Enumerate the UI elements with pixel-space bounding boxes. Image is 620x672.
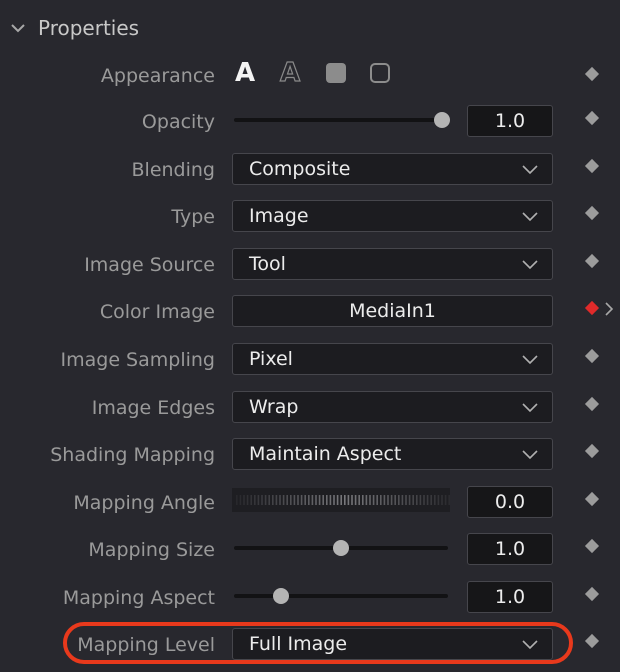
blending-dropdown[interactable]: Composite bbox=[232, 153, 553, 185]
chevron-down-icon bbox=[522, 355, 538, 365]
chevron-right-icon[interactable] bbox=[604, 302, 614, 316]
mapping-angle-thumbwheel[interactable] bbox=[232, 488, 450, 512]
mapping-level-label: Mapping Level bbox=[77, 634, 215, 656]
shading-mapping-row: Shading Mapping Maintain Aspect bbox=[0, 438, 620, 482]
image-edges-dropdown[interactable]: Wrap bbox=[232, 391, 553, 423]
mapping-size-slider-knob[interactable] bbox=[333, 540, 349, 556]
svg-text:A: A bbox=[235, 58, 255, 88]
shading-mapping-dropdown[interactable]: Maintain Aspect bbox=[232, 438, 553, 470]
type-dropdown[interactable]: Image bbox=[232, 200, 553, 232]
image-source-dropdown[interactable]: Tool bbox=[232, 248, 553, 280]
keyframe-diamond-icon[interactable] bbox=[584, 538, 600, 554]
keyframe-diamond-icon[interactable] bbox=[584, 253, 600, 269]
mapping-size-slider[interactable] bbox=[234, 540, 448, 556]
mapping-size-value-field[interactable]: 1.0 bbox=[467, 533, 553, 565]
type-value: Image bbox=[249, 205, 309, 227]
image-edges-label: Image Edges bbox=[91, 397, 215, 419]
type-row: Type Image bbox=[0, 200, 620, 244]
mapping-aspect-label: Mapping Aspect bbox=[62, 587, 215, 609]
chevron-down-icon bbox=[522, 260, 538, 270]
opacity-slider[interactable] bbox=[234, 112, 450, 128]
blending-value: Composite bbox=[249, 158, 351, 180]
chevron-down-icon bbox=[522, 640, 538, 650]
text-outline-icon[interactable]: A bbox=[279, 53, 305, 93]
image-sampling-label: Image Sampling bbox=[60, 349, 215, 371]
mapping-aspect-row: Mapping Aspect 1.0 bbox=[0, 581, 620, 625]
color-image-label: Color Image bbox=[99, 301, 215, 323]
section-title: Properties bbox=[38, 16, 140, 40]
keyframe-diamond-icon[interactable] bbox=[584, 491, 600, 507]
rounded-square-outline-icon[interactable] bbox=[368, 53, 392, 93]
chevron-down-icon bbox=[522, 403, 538, 413]
mapping-level-value: Full Image bbox=[249, 633, 348, 655]
mapping-size-label: Mapping Size bbox=[88, 539, 215, 561]
rounded-square-filled-icon[interactable] bbox=[324, 53, 348, 93]
mapping-size-value: 1.0 bbox=[494, 538, 526, 560]
image-edges-value: Wrap bbox=[249, 396, 299, 418]
opacity-row: Opacity 1.0 bbox=[0, 105, 620, 149]
image-source-value: Tool bbox=[249, 253, 286, 275]
keyframe-diamond-icon[interactable] bbox=[584, 158, 600, 174]
image-sampling-dropdown[interactable]: Pixel bbox=[232, 343, 553, 375]
opacity-label: Opacity bbox=[141, 111, 215, 133]
properties-section-header[interactable]: Properties bbox=[0, 0, 620, 60]
mapping-aspect-value-field[interactable]: 1.0 bbox=[467, 581, 553, 613]
chevron-down-icon bbox=[522, 165, 538, 175]
color-image-value: MediaIn1 bbox=[349, 300, 436, 322]
color-image-field[interactable]: MediaIn1 bbox=[232, 295, 553, 327]
keyframe-active-diamond-icon[interactable] bbox=[584, 300, 600, 316]
image-sampling-row: Image Sampling Pixel bbox=[0, 343, 620, 387]
opacity-slider-knob[interactable] bbox=[434, 112, 450, 128]
thumbwheel-ticks bbox=[236, 495, 450, 505]
chevron-down-icon[interactable] bbox=[10, 20, 26, 36]
chevron-down-icon bbox=[522, 212, 538, 222]
chevron-down-icon bbox=[522, 450, 538, 460]
mapping-angle-value: 0.0 bbox=[494, 491, 526, 513]
blending-row: Blending Composite bbox=[0, 153, 620, 197]
appearance-label: Appearance bbox=[100, 65, 215, 87]
mapping-level-row: Mapping Level Full Image bbox=[0, 628, 620, 672]
opacity-value-field[interactable]: 1.0 bbox=[467, 105, 553, 137]
keyframe-diamond-icon[interactable] bbox=[584, 586, 600, 602]
keyframe-diamond-icon[interactable] bbox=[584, 66, 600, 82]
mapping-aspect-slider[interactable] bbox=[234, 588, 448, 604]
keyframe-diamond-icon[interactable] bbox=[584, 396, 600, 412]
mapping-angle-value-field[interactable]: 0.0 bbox=[467, 486, 553, 518]
mapping-angle-label: Mapping Angle bbox=[73, 492, 215, 514]
type-label: Type bbox=[171, 206, 215, 228]
appearance-row: Appearance A A bbox=[0, 57, 620, 103]
image-source-label: Image Source bbox=[84, 254, 215, 276]
shading-mapping-value: Maintain Aspect bbox=[249, 443, 402, 465]
keyframe-diamond-icon[interactable] bbox=[584, 348, 600, 364]
mapping-angle-row: Mapping Angle 0.0 bbox=[0, 486, 620, 530]
keyframe-diamond-icon[interactable] bbox=[584, 633, 600, 649]
shading-mapping-label: Shading Mapping bbox=[50, 444, 215, 466]
mapping-size-row: Mapping Size 1.0 bbox=[0, 533, 620, 577]
keyframe-diamond-icon[interactable] bbox=[584, 110, 600, 126]
image-edges-row: Image Edges Wrap bbox=[0, 391, 620, 435]
image-sampling-value: Pixel bbox=[249, 348, 293, 370]
mapping-level-dropdown[interactable]: Full Image bbox=[232, 628, 553, 660]
color-image-row: Color Image MediaIn1 bbox=[0, 295, 620, 339]
blending-label: Blending bbox=[131, 159, 216, 181]
keyframe-diamond-icon[interactable] bbox=[584, 443, 600, 459]
mapping-aspect-value: 1.0 bbox=[494, 586, 526, 608]
keyframe-diamond-icon[interactable] bbox=[584, 205, 600, 221]
svg-text:A: A bbox=[280, 58, 300, 88]
opacity-value: 1.0 bbox=[494, 110, 526, 132]
text-solid-icon[interactable]: A bbox=[234, 53, 260, 93]
image-source-row: Image Source Tool bbox=[0, 248, 620, 292]
mapping-aspect-slider-knob[interactable] bbox=[273, 588, 290, 604]
